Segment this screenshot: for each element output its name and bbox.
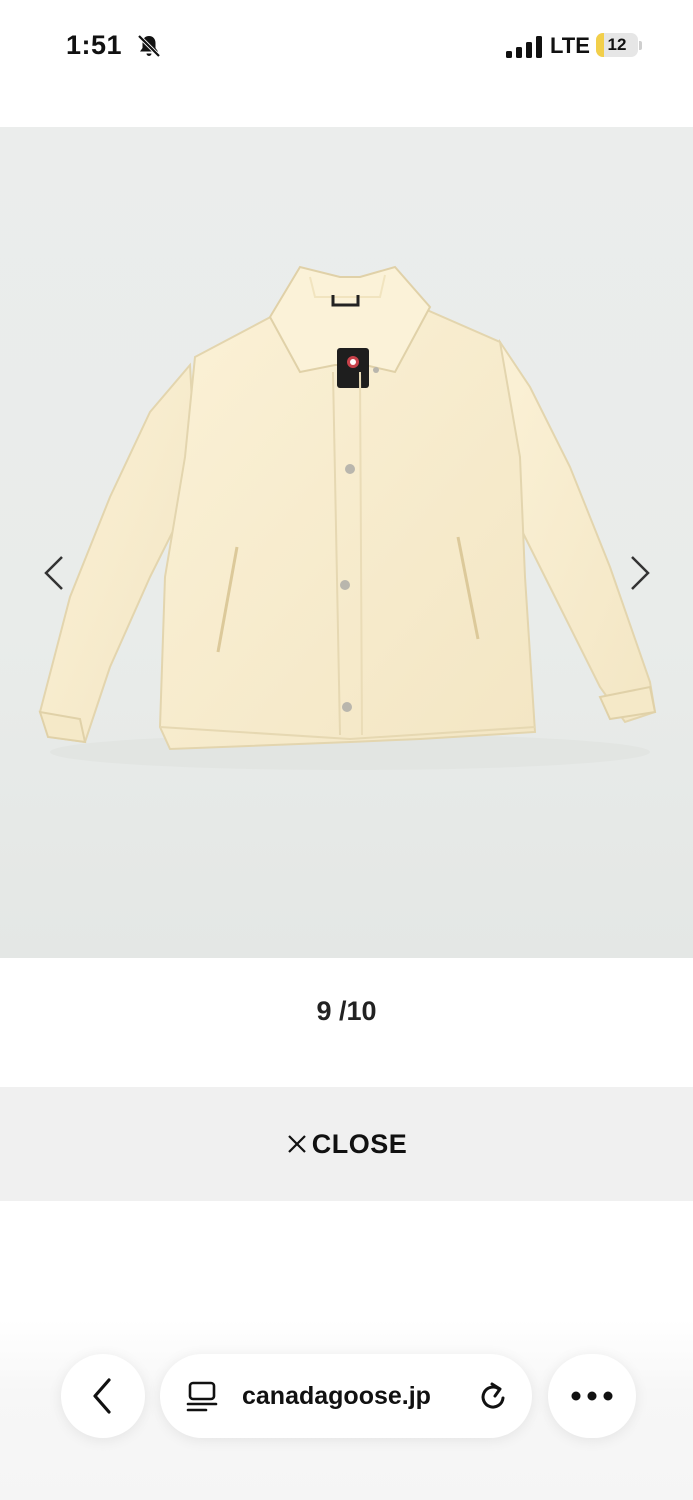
more-icon — [571, 1391, 613, 1401]
image-counter: 9 /10 — [316, 996, 377, 1026]
close-label: CLOSE — [311, 1128, 408, 1159]
product-image-viewer[interactable] — [0, 127, 693, 958]
browser-toolbar: canadagoose.jp — [0, 1320, 693, 1500]
bell-slash-icon — [137, 34, 161, 58]
reload-icon[interactable] — [476, 1378, 510, 1414]
battery-icon: 12 — [596, 33, 642, 59]
back-icon — [93, 1378, 111, 1414]
battery-percent: 12 — [607, 35, 627, 54]
more-button[interactable] — [548, 1354, 636, 1438]
chevron-right-icon[interactable] — [624, 553, 654, 593]
status-time: 1:51 — [66, 30, 123, 60]
url-bar[interactable]: canadagoose.jp — [160, 1354, 532, 1438]
signal-icon — [506, 36, 542, 58]
product-image-jacket — [38, 265, 657, 770]
page-menu-icon[interactable] — [186, 1380, 218, 1414]
chevron-left-icon[interactable] — [40, 553, 70, 593]
close-icon — [287, 1135, 306, 1153]
network-type: LTE — [550, 33, 590, 58]
status-bar: 1:51 LTE 12 — [0, 0, 693, 95]
back-button[interactable] — [61, 1354, 145, 1438]
close-button[interactable]: CLOSE — [0, 1087, 693, 1201]
url-text: canadagoose.jp — [242, 1382, 431, 1410]
